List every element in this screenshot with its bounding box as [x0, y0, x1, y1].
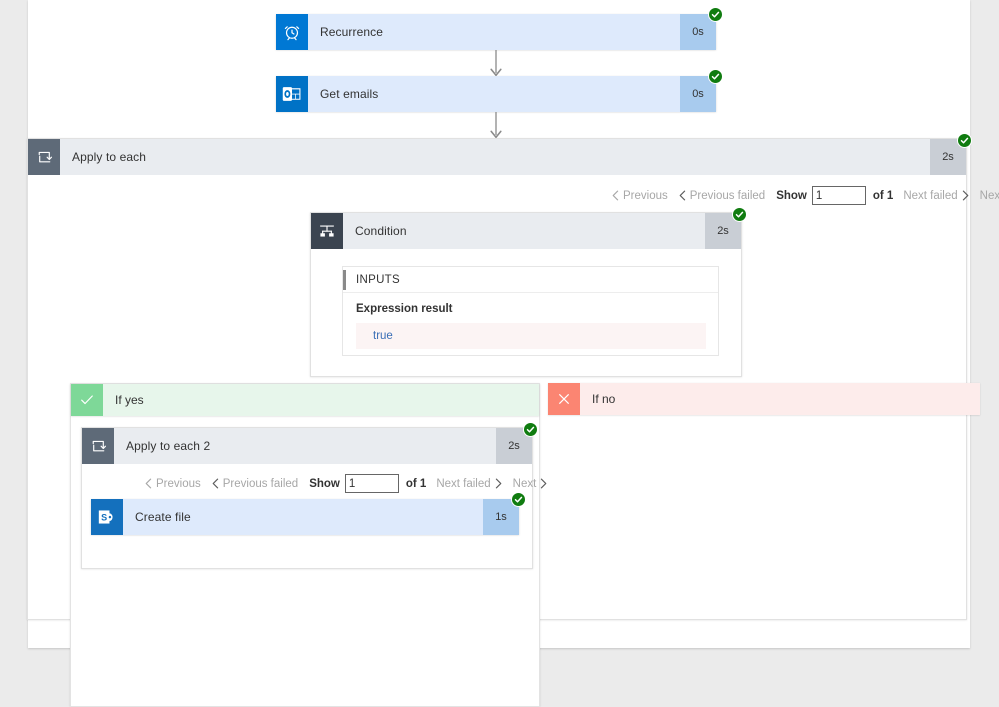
pager-page-input[interactable] — [344, 474, 399, 493]
svg-text:S: S — [101, 512, 107, 522]
pager-previous-button[interactable]: Previous — [612, 190, 668, 202]
pager-next-failed-label: Next failed — [903, 189, 958, 202]
action-title: Apply to each — [72, 150, 147, 164]
action-card-recurrence[interactable]: Recurrence 0s — [276, 7, 723, 50]
scope-condition: Condition 2s INPUTS Expression result tr… — [310, 207, 747, 377]
scope-apply-to-each-2: Apply to each 2 2s Previous Previous fai… — [81, 422, 547, 569]
expression-result-value-box: true — [356, 323, 706, 349]
close-icon — [548, 383, 580, 415]
status-badge-success — [523, 422, 538, 437]
action-title: Get emails — [320, 87, 379, 101]
action-card-condition[interactable]: Condition 2s — [311, 207, 747, 249]
status-badge-success — [511, 492, 526, 507]
pager-next-failed-label: Next failed — [436, 477, 491, 490]
action-card-create-file[interactable]: S Create file 1s — [91, 492, 526, 535]
scope-apply-to-each: Apply to each 2s Previous Previous faile… — [27, 133, 999, 707]
pager-of-label: of 1 — [872, 189, 894, 202]
chevron-right-icon — [495, 478, 502, 489]
pager-next-button[interactable]: Next — [513, 478, 548, 490]
branch-header-if-no[interactable]: If no — [548, 383, 980, 415]
loop-icon — [28, 139, 60, 175]
branch-label: If yes — [115, 393, 144, 407]
pager-previous-failed-label: Previous failed — [222, 477, 299, 490]
action-title: Create file — [135, 510, 191, 524]
pager-previous-failed-button[interactable]: Previous failed — [679, 190, 765, 202]
loop-icon — [82, 428, 114, 464]
branch-label: If no — [592, 392, 616, 406]
inputs-section-title: INPUTS — [356, 273, 400, 286]
inputs-accent-bar — [343, 270, 346, 290]
pager-apply-to-each-2: Previous Previous failed Show of 1 Next … — [145, 474, 547, 493]
action-card-apply-to-each[interactable]: Apply to each 2s — [28, 133, 972, 175]
action-title: Recurrence — [320, 25, 384, 39]
pager-of-label: of 1 — [405, 477, 427, 490]
pager-previous-label: Previous — [623, 189, 668, 202]
scope-if-no: If no — [548, 383, 980, 423]
pager-previous-label: Previous — [156, 477, 201, 490]
outlook-icon — [276, 76, 308, 112]
pager-previous-failed-label: Previous failed — [689, 189, 766, 202]
action-title: Apply to each 2 — [126, 439, 211, 453]
chevron-left-icon — [679, 190, 686, 201]
action-title: Condition — [355, 224, 407, 238]
branch-header-if-yes[interactable]: If yes — [71, 384, 539, 416]
status-badge-success — [732, 207, 747, 222]
inputs-panel: INPUTS Expression result true — [342, 266, 719, 356]
scope-if-yes: If yes Apply to each 2 2s Previous Previ… — [70, 383, 547, 707]
chevron-left-icon — [612, 190, 619, 201]
expression-result-value: true — [373, 330, 393, 342]
status-badge-success — [708, 69, 723, 84]
chevron-left-icon — [212, 478, 219, 489]
pager-next-label: Next — [979, 189, 999, 202]
inputs-body: Expression result true — [343, 293, 718, 361]
inputs-header: INPUTS — [343, 267, 718, 293]
status-badge-success — [957, 133, 972, 148]
pager-previous-button[interactable]: Previous — [145, 478, 201, 490]
pager-next-failed-button[interactable]: Next failed — [903, 189, 969, 202]
pager-show-label: Show — [309, 477, 340, 490]
chevron-right-icon — [962, 190, 969, 201]
chevron-right-icon — [540, 478, 547, 489]
chevron-left-icon — [145, 478, 152, 489]
expression-result-label: Expression result — [356, 303, 453, 315]
alarm-clock-icon — [276, 14, 308, 50]
pager-show-label: Show — [776, 189, 807, 202]
action-card-apply-to-each-2[interactable]: Apply to each 2 2s — [82, 422, 538, 464]
action-card-get-emails[interactable]: Get emails 0s — [276, 69, 723, 112]
checkmark-icon — [71, 384, 103, 416]
pager-next-failed-button[interactable]: Next failed — [436, 477, 502, 490]
pager-next-button[interactable]: Next — [980, 190, 999, 202]
pager-next-label: Next — [512, 477, 537, 490]
pager-apply-to-each: Previous Previous failed Show of 1 Next … — [612, 186, 999, 205]
pager-previous-failed-button[interactable]: Previous failed — [212, 478, 298, 490]
pager-page-input[interactable] — [811, 186, 866, 205]
status-badge-success — [708, 7, 723, 22]
flow-run-canvas: Recurrence 0s Get emails 0s Apply to eac… — [27, 0, 999, 707]
condition-icon — [311, 213, 343, 249]
sharepoint-icon: S — [91, 499, 123, 535]
